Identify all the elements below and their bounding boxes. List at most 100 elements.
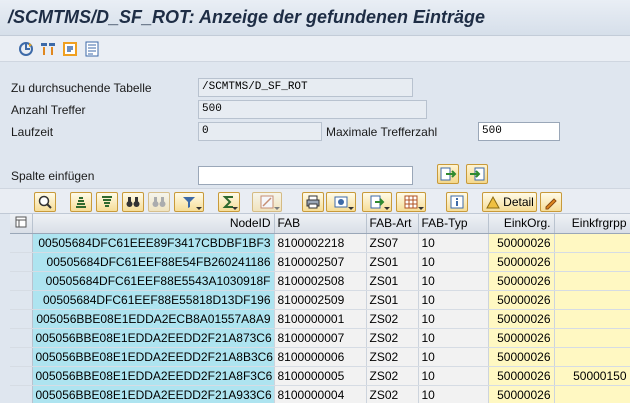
insert-column-input[interactable] (198, 166, 413, 185)
cell-nodeid[interactable]: 00505684DFC61EEF88E55818D13DF196 (32, 290, 275, 310)
insert-column-after-button[interactable] (466, 164, 488, 184)
table-row[interactable]: 00505684DFC61EEF88E5543A1030918F 8100002… (10, 271, 630, 291)
row-selector[interactable] (10, 271, 33, 291)
cell-fab[interactable]: 8100002509 (274, 290, 367, 310)
cell-fab[interactable]: 8100000006 (274, 347, 367, 367)
column-header-einkfrgrpp[interactable]: Einkfrgrpp (554, 214, 630, 234)
sort-descending-button[interactable] (96, 192, 118, 212)
find-button[interactable] (122, 192, 144, 212)
table-row[interactable]: 005056BBE08E1EDDA2EEDD2F21A8B3C6 8100000… (10, 347, 630, 367)
cell-fab-typ[interactable]: 10 (418, 271, 489, 291)
cell-einkfrgrpp[interactable]: 50000150 (554, 366, 630, 386)
cell-fab-art[interactable]: ZS02 (366, 328, 419, 348)
table-row[interactable]: 005056BBE08E1EDDA2ECB8A01557A8A9 8100000… (10, 309, 630, 329)
cell-fab[interactable]: 8100002508 (274, 271, 367, 291)
cell-fab-typ[interactable]: 10 (418, 233, 489, 253)
display-icon[interactable] (62, 41, 78, 57)
cell-fab-art[interactable]: ZS02 (366, 385, 419, 403)
info-button[interactable] (446, 192, 468, 212)
row-selector[interactable] (10, 252, 33, 272)
subtotal-button[interactable] (252, 192, 282, 212)
cell-nodeid[interactable]: 005056BBE08E1EDDA2EEDD2F21A873C6 (32, 328, 275, 348)
insert-column-button[interactable] (437, 164, 459, 184)
total-button[interactable] (218, 192, 240, 212)
print-list-icon[interactable] (84, 41, 100, 57)
cell-fab-art[interactable]: ZS01 (366, 252, 419, 272)
cell-fab[interactable]: 8100000001 (274, 309, 367, 329)
views-button[interactable] (326, 192, 356, 212)
row-selector[interactable] (10, 290, 33, 310)
cell-einkfrgrpp[interactable] (554, 385, 630, 403)
cell-einkfrgrpp[interactable] (554, 271, 630, 291)
row-selector[interactable] (10, 385, 33, 403)
cell-einkorg[interactable]: 50000026 (488, 385, 555, 403)
column-header-nodeid[interactable]: NodeID (32, 214, 275, 234)
table-row[interactable]: 00505684DFC61EEF88E54FB260241186 8100002… (10, 252, 630, 272)
filter-button[interactable] (174, 192, 204, 212)
column-header-fab[interactable]: FAB (274, 214, 367, 234)
cell-nodeid[interactable]: 005056BBE08E1EDDA2EEDD2F21A933C6 (32, 385, 275, 403)
cell-fab-art[interactable]: ZS02 (366, 366, 419, 386)
table-row[interactable]: 005056BBE08E1EDDA2EEDD2F21A8F3C6 8100000… (10, 366, 630, 386)
details-button[interactable] (34, 192, 56, 212)
cell-nodeid[interactable]: 00505684DFC61EEF88E5543A1030918F (32, 271, 275, 291)
row-selector[interactable] (10, 366, 33, 386)
cell-einkorg[interactable]: 50000026 (488, 366, 555, 386)
cell-einkorg[interactable]: 50000026 (488, 328, 555, 348)
select-all-cell[interactable] (10, 214, 33, 234)
cell-fab[interactable]: 8100002507 (274, 252, 367, 272)
cell-fab-typ[interactable]: 10 (418, 309, 489, 329)
max-hits-input[interactable]: 500 (478, 122, 560, 141)
cell-einkorg[interactable]: 50000026 (488, 347, 555, 367)
cell-fab-art[interactable]: ZS02 (366, 347, 419, 367)
row-selector[interactable] (10, 309, 33, 329)
cell-einkorg[interactable]: 50000026 (488, 309, 555, 329)
cell-fab-typ[interactable]: 10 (418, 328, 489, 348)
cell-einkfrgrpp[interactable] (554, 347, 630, 367)
find-next-button[interactable] (148, 192, 170, 212)
cell-fab-art[interactable]: ZS01 (366, 271, 419, 291)
cell-fab-art[interactable]: ZS02 (366, 309, 419, 329)
cell-einkfrgrpp[interactable] (554, 309, 630, 329)
cell-nodeid[interactable]: 005056BBE08E1EDDA2ECB8A01557A8A9 (32, 309, 275, 329)
cell-nodeid[interactable]: 005056BBE08E1EDDA2EEDD2F21A8B3C6 (32, 347, 275, 367)
execute-icon[interactable] (18, 41, 34, 57)
cell-fab[interactable]: 8100000004 (274, 385, 367, 403)
cell-fab-typ[interactable]: 10 (418, 347, 489, 367)
cell-einkfrgrpp[interactable] (554, 252, 630, 272)
column-settings-button[interactable] (540, 192, 562, 212)
select-layout-icon[interactable] (40, 41, 56, 57)
cell-fab-typ[interactable]: 10 (418, 366, 489, 386)
column-header-fab-art[interactable]: FAB-Art (366, 214, 419, 234)
cell-fab-art[interactable]: ZS01 (366, 290, 419, 310)
column-header-fab-typ[interactable]: FAB-Typ (418, 214, 489, 234)
column-header-einkorg[interactable]: EinkOrg. (488, 214, 555, 234)
table-row[interactable]: 00505684DFC61EEE89F3417CBDBF1BF3 8100002… (10, 233, 630, 253)
detail-button[interactable]: Detail (482, 192, 537, 212)
cell-fab[interactable]: 8100000005 (274, 366, 367, 386)
print-button[interactable] (302, 192, 324, 212)
cell-fab-typ[interactable]: 10 (418, 252, 489, 272)
cell-fab-typ[interactable]: 10 (418, 290, 489, 310)
cell-nodeid[interactable]: 00505684DFC61EEE89F3417CBDBF1BF3 (32, 233, 275, 253)
row-selector[interactable] (10, 233, 33, 253)
layout-button[interactable] (396, 192, 426, 212)
row-selector[interactable] (10, 347, 33, 367)
table-row[interactable]: 005056BBE08E1EDDA2EEDD2F21A933C6 8100000… (10, 385, 630, 403)
cell-einkfrgrpp[interactable] (554, 290, 630, 310)
cell-einkfrgrpp[interactable] (554, 328, 630, 348)
cell-nodeid[interactable]: 005056BBE08E1EDDA2EEDD2F21A8F3C6 (32, 366, 275, 386)
cell-einkorg[interactable]: 50000026 (488, 290, 555, 310)
table-row[interactable]: 005056BBE08E1EDDA2EEDD2F21A873C6 8100000… (10, 328, 630, 348)
cell-fab[interactable]: 8100002218 (274, 233, 367, 253)
cell-fab-typ[interactable]: 10 (418, 385, 489, 403)
sort-ascending-button[interactable] (70, 192, 92, 212)
table-row[interactable]: 00505684DFC61EEF88E55818D13DF196 8100002… (10, 290, 630, 310)
cell-einkorg[interactable]: 50000026 (488, 233, 555, 253)
cell-einkorg[interactable]: 50000026 (488, 252, 555, 272)
cell-einkorg[interactable]: 50000026 (488, 271, 555, 291)
cell-nodeid[interactable]: 00505684DFC61EEF88E54FB260241186 (32, 252, 275, 272)
cell-fab[interactable]: 8100000007 (274, 328, 367, 348)
export-button[interactable] (362, 192, 392, 212)
cell-einkfrgrpp[interactable] (554, 233, 630, 253)
